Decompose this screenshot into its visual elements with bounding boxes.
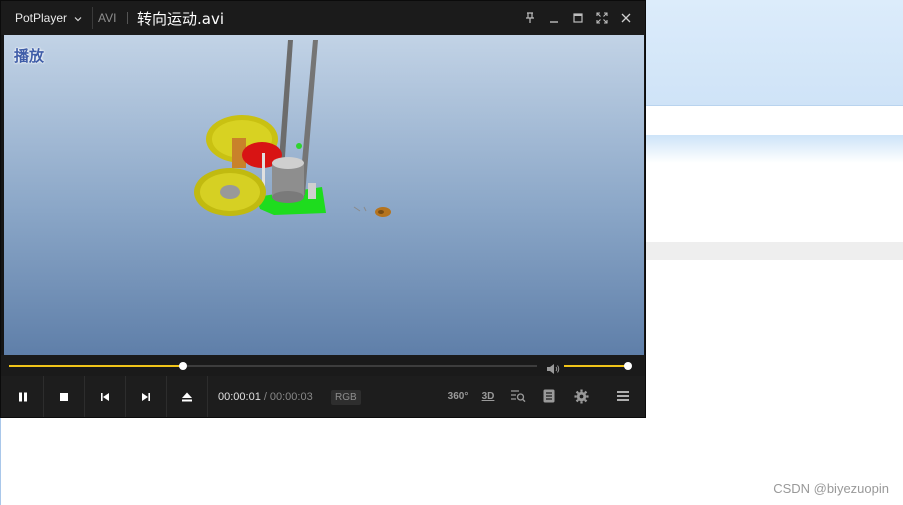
eject-button[interactable] [167, 376, 208, 417]
close-button[interactable] [618, 10, 634, 26]
chevron-down-icon [73, 13, 83, 23]
pin-button[interactable] [522, 10, 538, 26]
next-icon [142, 392, 150, 401]
360-icon: 360° [447, 390, 469, 402]
next-button[interactable] [126, 376, 167, 417]
previous-icon [101, 392, 109, 401]
maximize-icon [573, 13, 583, 23]
volume-handle[interactable] [624, 362, 632, 370]
seek-bar-progress [9, 365, 183, 367]
fullscreen-button[interactable] [594, 10, 610, 26]
volume-slider[interactable] [564, 362, 632, 370]
watermark: CSDN @biyezuopin [773, 481, 889, 496]
settings-button[interactable] [572, 387, 590, 405]
stop-icon [60, 392, 68, 401]
title-bar[interactable]: PotPlayer AVI 转向运动.avi [1, 1, 645, 35]
video-area[interactable]: 播放 [4, 35, 644, 355]
menu-icon [617, 391, 629, 401]
seek-bar-row [1, 355, 645, 376]
potplayer-window[interactable]: PotPlayer AVI 转向运动.avi 播放 00:00:01 / 00:… [0, 0, 646, 418]
seek-bar-handle[interactable] [179, 362, 187, 370]
playlist-search-icon [511, 390, 526, 403]
close-icon [621, 13, 631, 23]
control-bar: 00:00:01/00:00:03 RGB 360° 3D [1, 376, 645, 417]
stop-button[interactable] [44, 376, 85, 417]
chapter-icon [543, 389, 555, 403]
title-separator [127, 12, 128, 24]
eject-icon [182, 392, 192, 401]
file-title: 转向运动.avi [137, 10, 225, 28]
volume-level [564, 365, 628, 367]
pin-icon [526, 12, 534, 23]
brand-menu-button[interactable]: PotPlayer [7, 6, 91, 30]
minimize-icon [550, 21, 558, 23]
previous-button[interactable] [85, 376, 126, 417]
fullscreen-icon [596, 12, 608, 24]
background-band [645, 135, 903, 163]
time-current: 00:00:01 [218, 391, 261, 403]
video-frame-robot [194, 40, 391, 217]
time-separator: / [263, 391, 267, 403]
time-total: 00:00:03 [269, 391, 313, 403]
background-header [645, 0, 903, 106]
3d-icon: 3D [481, 390, 495, 402]
pause-button[interactable] [3, 376, 44, 417]
time-display[interactable]: 00:00:01/00:00:03 [218, 391, 313, 403]
chapter-button[interactable] [541, 387, 557, 405]
background-gray-row [645, 242, 903, 260]
volume-icon [547, 364, 560, 374]
format-label: AVI [98, 11, 117, 25]
background-edge [0, 418, 1, 505]
seek-bar[interactable] [9, 362, 537, 370]
minimize-button[interactable] [546, 10, 562, 26]
3d-button[interactable]: 3D [478, 387, 498, 405]
360-button[interactable]: 360° [446, 387, 470, 405]
color-space-badge[interactable]: RGB [331, 390, 361, 405]
volume-button[interactable] [546, 360, 560, 374]
pause-icon [19, 392, 27, 401]
title-separator [92, 7, 93, 29]
playlist-search-button[interactable] [509, 387, 527, 405]
settings-icon [573, 388, 589, 404]
brand-label: PotPlayer [15, 11, 68, 25]
menu-button[interactable] [615, 387, 631, 405]
maximize-button[interactable] [570, 10, 586, 26]
